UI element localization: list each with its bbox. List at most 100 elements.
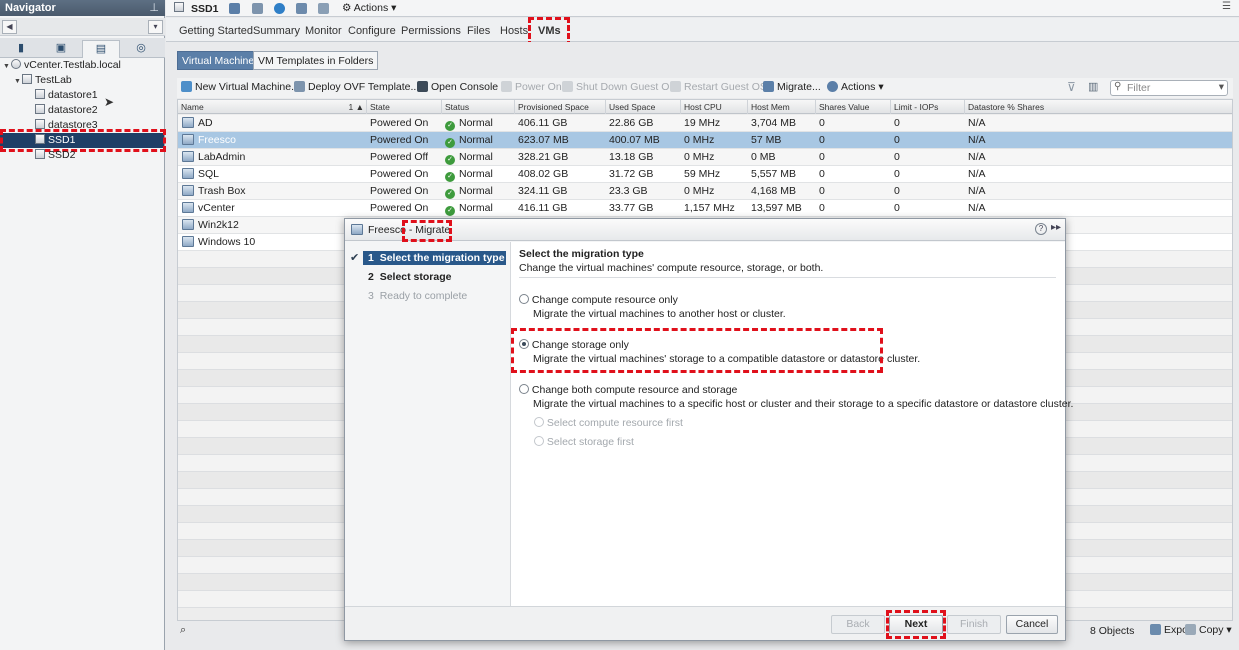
finish-button[interactable]: Finish [947, 615, 1001, 634]
column-header-ds-shares[interactable]: Datastore % Shares [964, 100, 1232, 114]
tab-configure[interactable]: Configure [348, 25, 396, 37]
navigator-history-bar: ◀ ▾ [0, 18, 165, 36]
sort-indicator: 1 ▲ [348, 102, 364, 112]
restart-guest-button[interactable]: Restart Guest OS [670, 81, 767, 93]
restart-icon [670, 81, 681, 92]
browse-files-icon[interactable] [252, 3, 263, 14]
vm-icon [182, 219, 194, 230]
increase-capacity-icon[interactable] [296, 3, 307, 14]
radio-storage-first [534, 436, 544, 446]
tab-summary[interactable]: Summary [253, 25, 300, 37]
table-row[interactable]: LabAdmin Powered Off ✓ Normal 328.21 GB 1… [178, 149, 1232, 166]
step-ready-to-complete: 3 Ready to complete [368, 290, 468, 302]
column-header-used[interactable]: Used Space [605, 100, 680, 114]
tab-monitor[interactable]: Monitor [305, 25, 342, 37]
table-row[interactable]: vCenter Powered On ✓ Normal 416.11 GB 33.… [178, 200, 1232, 217]
open-console-button[interactable]: Open Console [417, 81, 498, 93]
expand-icon[interactable]: ▸▸ [1051, 222, 1061, 233]
table-row[interactable]: SQL Powered On ✓ Normal 408.02 GB 31.72 G… [178, 166, 1232, 183]
tree-item-datacenter[interactable]: ▼ TestLab [14, 73, 72, 88]
tab-getting-started[interactable]: Getting Started [179, 25, 253, 37]
vcenter-icon [11, 59, 21, 69]
clear-filter-icon[interactable]: ⊽ [1067, 80, 1076, 94]
object-header-bar: SSD1 ⚙ Actions ▾ ☰ [166, 0, 1239, 17]
storage-tab-icon[interactable]: ▤ [82, 40, 120, 58]
radio-compute-only[interactable] [519, 294, 529, 304]
step-select-storage[interactable]: 2 Select storage [363, 270, 451, 284]
object-count: 8 Objects [1090, 625, 1135, 637]
checkmark-icon: ✔ [350, 252, 360, 264]
subtab-vm-templates[interactable]: VM Templates in Folders [253, 51, 379, 70]
status-ok-icon: ✓ [445, 121, 455, 131]
back-button[interactable]: Back [831, 615, 885, 634]
table-row[interactable]: AD Powered On ✓ Normal 406.11 GB 22.86 GB… [178, 115, 1232, 132]
highlight-migrate-title [402, 220, 452, 242]
help-icon[interactable]: ? [1035, 223, 1047, 235]
content-heading: Select the migration type [519, 248, 644, 260]
vm-icon [182, 202, 194, 213]
column-header-state[interactable]: State [366, 100, 441, 114]
datastore-icon [35, 119, 45, 129]
find-icon[interactable]: ⌕ [180, 624, 186, 637]
power-on-button[interactable]: Power On [501, 81, 562, 93]
column-header-provisioned[interactable]: Provisioned Space [514, 100, 605, 114]
migrate-dialog: Freesco - Migrate ? ▸▸ ✔ 1 Select the mi… [344, 218, 1073, 641]
column-header-name[interactable]: Name 1 ▲ [178, 100, 366, 114]
cancel-button[interactable]: Cancel [1006, 615, 1058, 634]
column-header-host-cpu[interactable]: Host CPU [680, 100, 747, 114]
new-vm-button[interactable]: New Virtual Machine... [181, 81, 300, 93]
networking-tab-icon[interactable]: ◎ [122, 40, 160, 58]
table-row[interactable]: Trash Box Powered On ✓ Normal 324.11 GB 2… [178, 183, 1232, 200]
column-header-host-mem[interactable]: Host Mem [747, 100, 815, 114]
column-header-shares[interactable]: Shares Value [815, 100, 890, 114]
create-vm-icon[interactable] [229, 3, 240, 14]
navigator-title: Navigator [0, 0, 165, 16]
datacenter-icon [22, 74, 32, 84]
copy-button[interactable]: Copy ▾ [1185, 624, 1232, 636]
tree-item-ssd2[interactable]: SSD2 [35, 148, 75, 163]
mouse-cursor-icon: ➤ [104, 95, 115, 109]
vm-icon [182, 168, 194, 179]
tree-item-datastore2[interactable]: datastore2 [35, 103, 98, 118]
console-icon [417, 81, 428, 92]
highlight-storage-only [511, 328, 883, 373]
option-both[interactable]: Change both compute resource and storage [519, 384, 737, 396]
pin-icon[interactable]: ⊥ [149, 1, 159, 14]
main-tabs: Getting Started Summary Monitor Configur… [166, 17, 1239, 47]
status-ok-icon: ✓ [445, 155, 455, 165]
status-ok-icon: ✓ [445, 206, 455, 216]
back-arrow-icon[interactable]: ◀ [2, 20, 17, 34]
dialog-titlebar: Freesco - Migrate ? ▸▸ [345, 219, 1065, 242]
vms-templates-tab-icon[interactable]: ▣ [42, 40, 80, 58]
tree-item-vcenter[interactable]: ▼ vCenter.Testlab.local [3, 58, 121, 73]
toolbar-actions-menu[interactable]: Actions ▾ [827, 81, 884, 93]
radio-both[interactable] [519, 384, 529, 394]
option-compute-only[interactable]: Change compute resource only [519, 294, 678, 306]
column-chooser-icon[interactable]: ▥ [1088, 80, 1098, 93]
deploy-ovf-button[interactable]: Deploy OVF Template... [294, 81, 419, 93]
shutdown-guest-button[interactable]: Shut Down Guest OS [562, 81, 676, 93]
suboption-storage-first: Select storage first [534, 436, 634, 448]
column-header-status[interactable]: Status [441, 100, 514, 114]
window-menu-icon[interactable]: ☰ [1222, 1, 1231, 12]
option-compute-only-desc: Migrate the virtual machines to another … [533, 308, 786, 320]
grid-header: Name 1 ▲ State Status Provisioned Space U… [178, 100, 1232, 114]
tree-item-datastore1[interactable]: datastore1 [35, 88, 98, 103]
header-actions-menu[interactable]: ⚙ Actions ▾ [342, 2, 396, 14]
settings-icon[interactable] [318, 3, 329, 14]
table-row-selected[interactable]: Freesco Powered On ✓ Normal 623.07 MB 400… [178, 132, 1232, 149]
migrate-button[interactable]: Migrate... [763, 81, 821, 93]
tab-files[interactable]: Files [467, 25, 490, 37]
datastore-icon [174, 2, 187, 14]
refresh-icon[interactable] [274, 3, 285, 14]
subtab-virtual-machines[interactable]: Virtual Machines [177, 51, 265, 70]
tab-permissions[interactable]: Permissions [401, 25, 461, 37]
step-select-migration-type[interactable]: 1 Select the migration type [363, 251, 506, 265]
hosts-clusters-tab-icon[interactable]: ▮ [2, 40, 40, 58]
object-title: SSD1 [191, 3, 219, 15]
column-header-limit[interactable]: Limit - IOPs [890, 100, 964, 114]
history-dropdown-icon[interactable]: ▾ [148, 20, 163, 34]
tab-hosts[interactable]: Hosts [500, 25, 528, 37]
divider [519, 277, 1056, 278]
filter-input[interactable]: ⚲ Filter ▾ [1110, 80, 1228, 96]
